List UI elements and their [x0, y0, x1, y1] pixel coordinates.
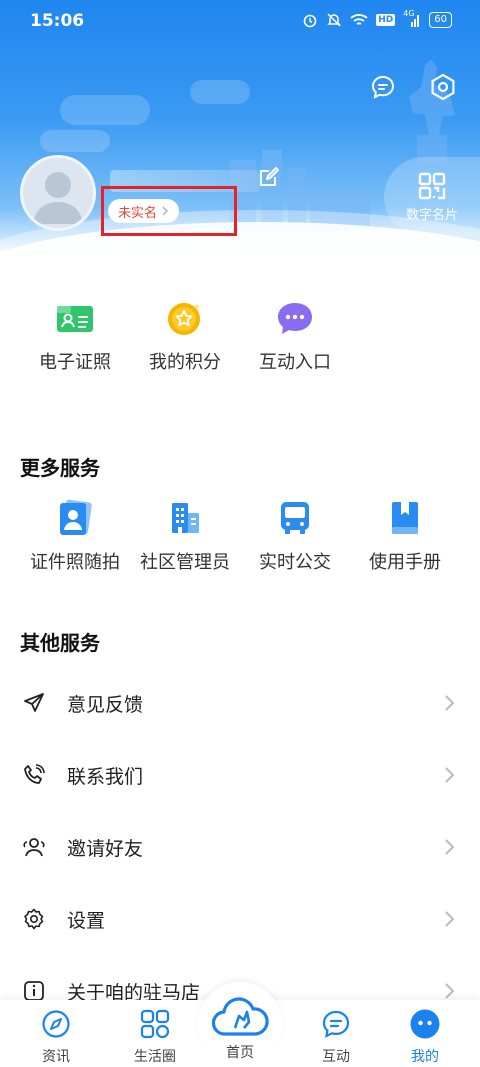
list-item-invite-friends[interactable]: 邀请好友: [0, 817, 480, 877]
phone-icon: [22, 763, 46, 787]
quick-action-label: 互动入口: [259, 352, 331, 373]
quick-action-label: 我的积分: [149, 352, 221, 373]
nav-tab-label: 生活圈: [134, 1049, 176, 1065]
service-user-manual[interactable]: 使用手册: [345, 498, 465, 574]
bus-icon: [275, 498, 315, 538]
list-item-contact-us[interactable]: 联系我们: [0, 745, 480, 805]
service-label: 证件照随拍: [30, 552, 120, 573]
gear-icon: [22, 907, 46, 931]
nav-tab-life-circle[interactable]: 生活圈: [107, 1000, 203, 1067]
namecard-label: 数字名片: [405, 207, 458, 223]
decorative-cloud: [40, 130, 110, 152]
building-icon: [165, 498, 205, 538]
message-bubble-icon: [371, 75, 395, 99]
service-label: 实时公交: [259, 552, 331, 573]
more-services-grid: 证件照随拍 社区管理员 实时公交 使用手册: [0, 498, 480, 578]
service-id-photo[interactable]: 证件照随拍: [15, 498, 135, 574]
list-item-feedback[interactable]: 意见反馈: [0, 673, 480, 733]
quick-actions: 电子证照 我的积分 互动入口: [0, 298, 480, 378]
quick-action-label: 电子证照: [39, 352, 111, 373]
nav-tab-mine[interactable]: 我的: [377, 1000, 473, 1067]
quick-action-points[interactable]: 我的积分: [130, 298, 240, 374]
wifi-icon: [350, 11, 368, 29]
quick-action-e-license[interactable]: 电子证照: [20, 298, 130, 374]
chevron-right-icon: [162, 206, 169, 216]
mute-bell-icon: [326, 11, 342, 29]
list-item-label: 邀请好友: [67, 837, 144, 860]
list-item-label: 意见反馈: [67, 693, 144, 716]
chevron-right-icon: [445, 695, 455, 711]
chat-bubble-icon: [275, 298, 315, 338]
qr-code-icon: [418, 172, 446, 199]
id-photo-icon: [55, 498, 95, 538]
list-item-label: 设置: [67, 909, 106, 932]
profile-icon: [409, 1008, 441, 1040]
send-icon: [22, 691, 46, 715]
decorative-cloud: [60, 95, 150, 125]
digital-namecard-button[interactable]: 数字名片: [384, 157, 480, 237]
bottom-navigation: 资讯 生活圈 首页 互动 我的: [0, 982, 480, 1067]
more-services-title: 更多服务: [20, 456, 100, 480]
nav-tab-label: 资讯: [42, 1049, 70, 1065]
users-icon: [22, 835, 46, 859]
avatar[interactable]: [20, 155, 96, 231]
signal-icon: 4G: [403, 9, 421, 29]
edit-icon: [260, 167, 279, 186]
service-realtime-bus[interactable]: 实时公交: [235, 498, 355, 574]
decorative-cloud: [190, 80, 250, 104]
realname-status-label: 未实名: [118, 205, 158, 221]
chevron-right-icon: [445, 839, 455, 855]
realname-status-chip[interactable]: 未实名: [108, 199, 180, 223]
default-avatar-icon: [33, 172, 83, 224]
grid-icon: [139, 1008, 171, 1040]
chevron-right-icon: [445, 911, 455, 927]
service-label: 使用手册: [369, 552, 441, 573]
compass-icon: [40, 1008, 72, 1040]
nav-tab-label: 我的: [411, 1049, 439, 1065]
book-icon: [385, 498, 425, 538]
service-community-admin[interactable]: 社区管理员: [125, 498, 245, 574]
chevron-right-icon: [445, 767, 455, 783]
status-bar: 15:06 HD 4G 60: [0, 0, 480, 42]
chevron-right-icon: [445, 983, 455, 999]
id-card-icon: [55, 298, 95, 338]
nav-tab-label: 互动: [322, 1049, 350, 1065]
settings-hex-button[interactable]: [426, 70, 460, 104]
nav-tab-interaction[interactable]: 互动: [288, 1000, 384, 1067]
quick-action-interaction[interactable]: 互动入口: [240, 298, 350, 374]
list-item-label: 联系我们: [67, 765, 144, 788]
star-coin-icon: [165, 298, 205, 338]
hd-icon: HD: [376, 14, 396, 26]
nav-tab-news[interactable]: 资讯: [8, 1000, 104, 1067]
nav-tab-home[interactable]: 首页: [192, 997, 288, 1067]
network-type-label: 4G: [403, 9, 415, 18]
home-logo-icon: [211, 994, 269, 1040]
list-item-settings[interactable]: 设置: [0, 889, 480, 949]
battery-indicator: 60: [429, 12, 452, 28]
nav-tab-label: 首页: [226, 1045, 254, 1061]
hexagon-gear-icon: [431, 73, 455, 101]
message-icon: [320, 1008, 352, 1040]
alarm-icon: [302, 11, 318, 29]
message-button[interactable]: [366, 70, 400, 104]
status-time: 15:06: [30, 11, 85, 31]
edit-profile-button[interactable]: [258, 166, 280, 188]
other-services-title: 其他服务: [20, 631, 100, 655]
service-label: 社区管理员: [140, 552, 230, 573]
status-icons: HD 4G 60: [302, 9, 452, 29]
